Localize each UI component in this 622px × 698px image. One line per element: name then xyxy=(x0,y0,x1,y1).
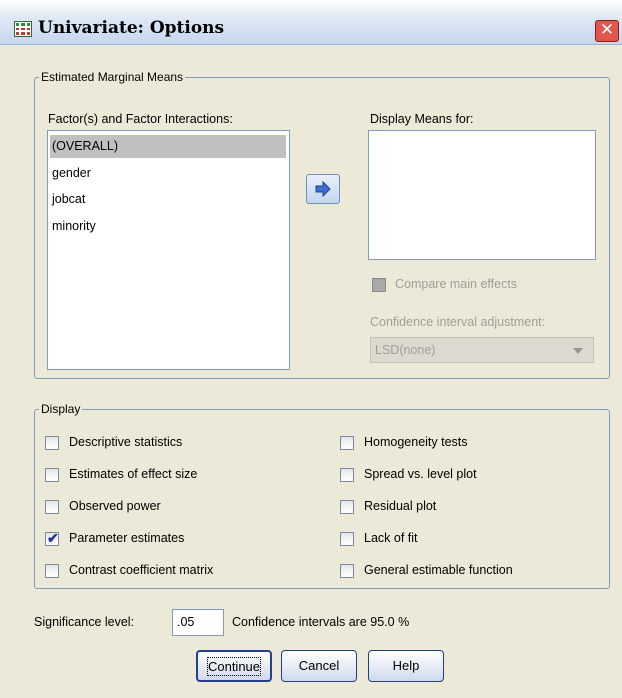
ci-adjustment-select[interactable]: LSD(none) xyxy=(370,337,594,363)
display-legend: Display xyxy=(39,402,83,416)
compare-main-effects-label: Compare main effects xyxy=(395,277,518,291)
factors-label: Factor(s) and Factor Interactions: xyxy=(48,112,233,126)
parameter-estimates-label: Parameter estimates xyxy=(69,531,185,545)
display-means-listbox[interactable] xyxy=(368,130,596,260)
lack-of-fit-checkbox[interactable] xyxy=(340,532,354,546)
compare-main-effects-checkbox[interactable] xyxy=(372,278,386,292)
list-item-minority[interactable]: minority xyxy=(50,215,286,238)
descriptive-statistics-checkbox[interactable] xyxy=(45,436,59,450)
effect-size-label: Estimates of effect size xyxy=(69,467,198,481)
general-estimable-function-checkbox[interactable] xyxy=(340,564,354,578)
continue-button-label: Continue xyxy=(206,657,262,676)
list-item-gender[interactable]: gender xyxy=(50,162,286,185)
move-to-display-means-button[interactable] xyxy=(306,174,340,204)
right-arrow-icon xyxy=(315,181,331,197)
spss-data-icon xyxy=(14,21,32,37)
emm-legend: Estimated Marginal Means xyxy=(39,70,186,84)
homogeneity-tests-label: Homogeneity tests xyxy=(364,435,468,449)
ci-adjustment-label: Confidence interval adjustment: xyxy=(370,315,546,329)
observed-power-label: Observed power xyxy=(69,499,161,513)
general-estimable-function-label: General estimable function xyxy=(364,563,513,577)
confidence-intervals-text: Confidence intervals are 95.0 % xyxy=(232,615,410,629)
contrast-coefficient-checkbox[interactable] xyxy=(45,564,59,578)
title-bar[interactable]: Univariate: Options ✕ xyxy=(0,0,622,45)
list-item-overall[interactable]: (OVERALL) xyxy=(50,135,286,158)
continue-button[interactable]: Continue xyxy=(196,650,272,682)
descriptive-statistics-label: Descriptive statistics xyxy=(69,435,183,449)
factors-listbox[interactable]: (OVERALL) gender jobcat minority xyxy=(47,130,290,370)
chevron-down-icon xyxy=(573,348,583,354)
homogeneity-tests-checkbox[interactable] xyxy=(340,436,354,450)
spread-level-plot-label: Spread vs. level plot xyxy=(364,467,477,481)
lack-of-fit-label: Lack of fit xyxy=(364,531,418,545)
significance-level-input[interactable]: .05 xyxy=(172,609,224,636)
contrast-coefficient-label: Contrast coefficient matrix xyxy=(69,563,214,577)
parameter-estimates-checkbox[interactable]: ✔ xyxy=(45,530,59,546)
ci-adjustment-value: LSD(none) xyxy=(375,343,436,357)
close-button[interactable]: ✕ xyxy=(595,20,619,42)
cancel-button[interactable]: Cancel xyxy=(281,650,357,682)
effect-size-checkbox[interactable] xyxy=(45,468,59,482)
residual-plot-checkbox[interactable] xyxy=(340,500,354,514)
residual-plot-label: Residual plot xyxy=(364,499,437,513)
cancel-button-label: Cancel xyxy=(298,658,340,673)
help-button-label: Help xyxy=(392,658,420,673)
display-means-label: Display Means for: xyxy=(370,112,474,126)
window-title: Univariate: Options xyxy=(38,18,225,38)
significance-level-label: Significance level: xyxy=(34,615,135,629)
checkmark-icon: ✔ xyxy=(47,530,59,546)
list-item-jobcat[interactable]: jobcat xyxy=(50,188,286,211)
observed-power-checkbox[interactable] xyxy=(45,500,59,514)
help-button[interactable]: Help xyxy=(368,650,444,682)
spread-level-plot-checkbox[interactable] xyxy=(340,468,354,482)
